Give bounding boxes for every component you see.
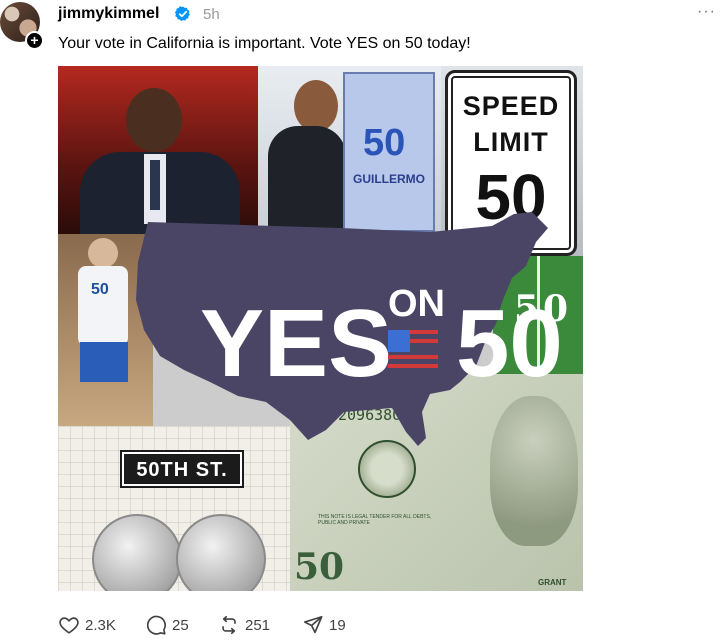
send-icon bbox=[303, 615, 323, 634]
post-actions: 2.3K 25 251 19 bbox=[58, 612, 658, 640]
reply-count: 25 bbox=[172, 616, 189, 634]
player-shorts bbox=[80, 342, 128, 382]
repost-icon bbox=[222, 615, 236, 635]
poster-name: GUILLERMO bbox=[353, 172, 425, 186]
player-head bbox=[88, 238, 118, 268]
reply-button[interactable]: 25 bbox=[145, 612, 189, 638]
sign-line-2: LIMIT bbox=[473, 127, 549, 157]
headline-50: 50 bbox=[456, 290, 563, 397]
threads-post: + jimmykimmel 5h ··· Your vote in Califo… bbox=[0, 0, 720, 640]
tie bbox=[150, 160, 160, 210]
post-time: 5h bbox=[203, 6, 220, 23]
sign-line-1: SPEED bbox=[462, 91, 560, 121]
player-jersey bbox=[78, 266, 128, 346]
like-button[interactable]: 2.3K bbox=[58, 612, 116, 638]
person-head bbox=[126, 88, 182, 152]
more-options-button[interactable]: ··· bbox=[697, 3, 716, 21]
headline-yes: YES bbox=[200, 290, 392, 397]
verified-icon bbox=[175, 6, 190, 21]
share-count: 19 bbox=[329, 616, 346, 634]
post-image[interactable]: 50 GUILLERMO SPEED LIMIT 50 50 50 50TH S… bbox=[58, 66, 583, 591]
avatar[interactable]: + bbox=[0, 2, 44, 50]
heart-icon bbox=[59, 617, 79, 634]
person-head bbox=[294, 80, 338, 132]
like-count: 2.3K bbox=[85, 616, 116, 634]
post-caption: Your vote in California is important. Vo… bbox=[58, 35, 471, 52]
subway-sign-text: 50TH ST. bbox=[136, 459, 228, 481]
poster-number: 50 bbox=[363, 122, 406, 164]
comment-icon bbox=[146, 615, 166, 635]
jersey-number: 50 bbox=[91, 281, 109, 298]
bill-legal-text: THIS NOTE IS LEGAL TENDER FOR ALL DEBTS,… bbox=[318, 514, 432, 526]
bill-name: GRANT bbox=[538, 578, 567, 587]
follow-plus-icon[interactable]: + bbox=[25, 31, 44, 50]
headline-on: ON bbox=[388, 283, 445, 325]
username[interactable]: jimmykimmel bbox=[58, 5, 159, 23]
repost-button[interactable]: 251 bbox=[218, 612, 270, 638]
repost-count: 251 bbox=[245, 616, 271, 634]
subway-station-sign: 50TH ST. bbox=[120, 450, 244, 488]
bill-denomination: 50 bbox=[294, 546, 345, 588]
share-button[interactable]: 19 bbox=[302, 612, 346, 638]
us-map-graphic: YES ON 50 bbox=[136, 212, 563, 446]
